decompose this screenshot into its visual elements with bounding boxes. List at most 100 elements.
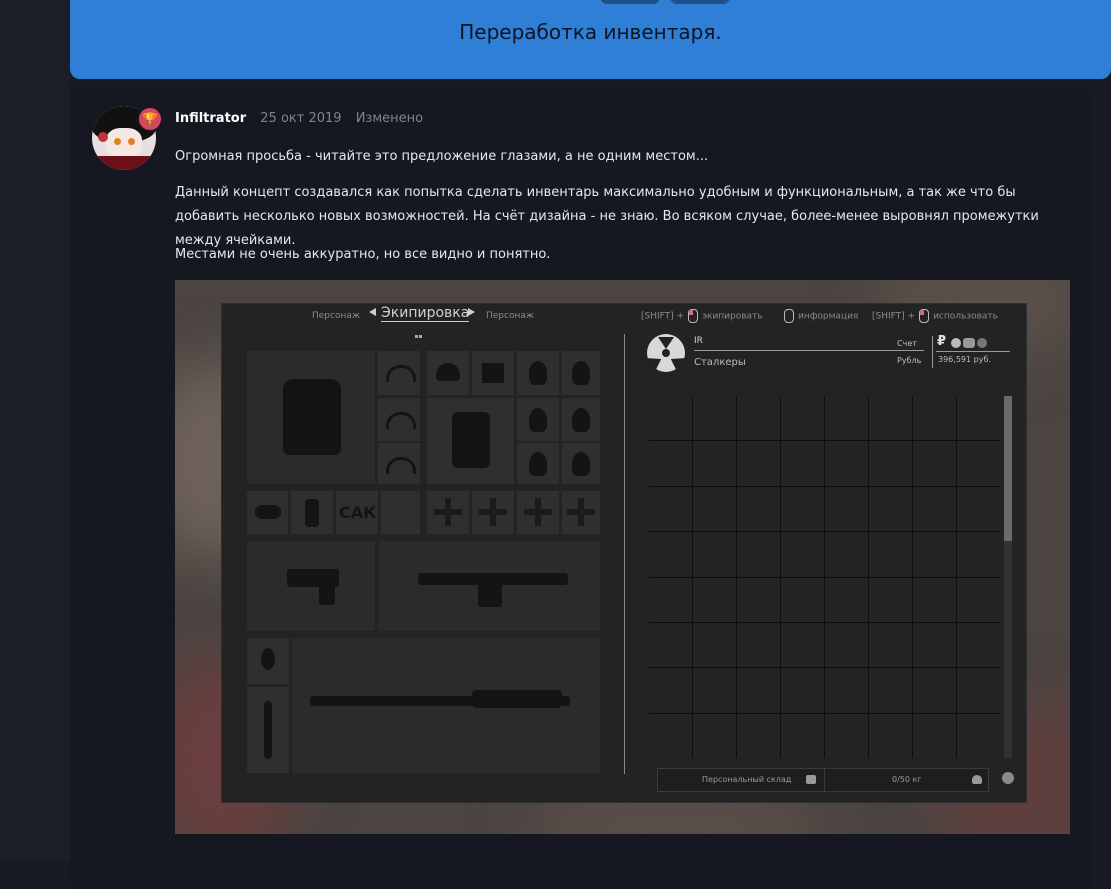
grid-cell[interactable]: [737, 622, 780, 668]
grid-cell[interactable]: [781, 577, 824, 622]
grid-cell[interactable]: [869, 713, 912, 758]
grid-cell[interactable]: [649, 713, 692, 758]
scrollbar-thumb[interactable]: [1004, 396, 1012, 541]
grid-cell[interactable]: [737, 486, 780, 532]
knife-slot[interactable]: [247, 687, 289, 773]
grid-cell[interactable]: [825, 668, 868, 713]
grid-cell[interactable]: [869, 622, 912, 668]
grid-cell[interactable]: [649, 622, 692, 668]
grid-cell[interactable]: [913, 486, 956, 532]
grid-cell[interactable]: [693, 396, 736, 441]
sak-slot[interactable]: САК: [336, 491, 378, 534]
grid-cell[interactable]: [649, 396, 692, 441]
empty-slot[interactable]: [381, 491, 420, 534]
grid-cell[interactable]: [913, 622, 956, 668]
arrow-left-icon[interactable]: [369, 308, 376, 316]
quick-slot[interactable]: [427, 491, 469, 534]
grid-cell[interactable]: [737, 668, 780, 713]
tab-next[interactable]: Персонаж: [486, 311, 534, 321]
grid-cell[interactable]: [869, 486, 912, 532]
grid-cell[interactable]: [825, 396, 868, 441]
grid-cell[interactable]: [781, 622, 824, 668]
grid-cell[interactable]: [913, 713, 956, 758]
flashlight-slot[interactable]: [291, 491, 333, 534]
grid-cell[interactable]: [913, 441, 956, 486]
quick-slot[interactable]: [472, 491, 514, 534]
inventory-screenshot[interactable]: Персонаж Экипировка Персонаж [SHIFT] + эк…: [175, 280, 1070, 834]
grid-cell[interactable]: [869, 441, 912, 486]
detector-slot[interactable]: [517, 443, 559, 484]
grid-cell[interactable]: [957, 622, 1000, 668]
grid-cell[interactable]: [869, 396, 912, 441]
grid-cell[interactable]: [825, 622, 868, 668]
grid-cell[interactable]: [649, 668, 692, 713]
grid-cell[interactable]: [737, 713, 780, 758]
author-link[interactable]: Infiltrator: [175, 111, 246, 126]
storage-label[interactable]: Персональный склад: [702, 775, 791, 784]
grid-cell[interactable]: [781, 532, 824, 577]
grid-cell[interactable]: [913, 668, 956, 713]
artifact-slot[interactable]: [378, 351, 420, 395]
grid-cell[interactable]: [957, 532, 1000, 577]
detector-slot[interactable]: [562, 351, 600, 395]
grid-cell[interactable]: [957, 577, 1000, 622]
pistol-slot[interactable]: [247, 541, 375, 631]
grid-scrollbar[interactable]: [1004, 396, 1012, 758]
grid-cell[interactable]: [693, 532, 736, 577]
artifact-slot[interactable]: [378, 443, 420, 484]
post-date[interactable]: 25 окт 2019: [260, 111, 341, 126]
detector-slot[interactable]: [562, 443, 600, 484]
detector-slot[interactable]: [562, 398, 600, 441]
tab-equipment[interactable]: Экипировка: [381, 305, 470, 322]
grid-cell[interactable]: [693, 486, 736, 532]
grid-cell[interactable]: [649, 441, 692, 486]
backpack-slot[interactable]: [427, 398, 514, 484]
grid-cell[interactable]: [869, 577, 912, 622]
grid-cell[interactable]: [825, 532, 868, 577]
binoculars-slot[interactable]: [247, 491, 288, 534]
grenade-slot[interactable]: [247, 638, 289, 684]
grid-cell[interactable]: [649, 486, 692, 532]
backpack-grid[interactable]: [649, 396, 1000, 758]
outfit-slot[interactable]: [472, 351, 514, 395]
quick-slot[interactable]: [562, 491, 600, 534]
grid-cell[interactable]: [781, 668, 824, 713]
grid-cell[interactable]: [781, 441, 824, 486]
grid-cell[interactable]: [825, 441, 868, 486]
grid-cell[interactable]: [825, 577, 868, 622]
quick-slot[interactable]: [517, 491, 559, 534]
grid-cell[interactable]: [737, 577, 780, 622]
grid-cell[interactable]: [869, 668, 912, 713]
grid-cell[interactable]: [913, 532, 956, 577]
grid-cell[interactable]: [913, 577, 956, 622]
grid-cell[interactable]: [957, 396, 1000, 441]
grid-cell[interactable]: [737, 441, 780, 486]
tab-prev[interactable]: Персонаж: [312, 311, 360, 321]
grid-cell[interactable]: [869, 532, 912, 577]
detector-slot[interactable]: [517, 398, 559, 441]
grid-cell[interactable]: [781, 486, 824, 532]
grid-cell[interactable]: [913, 396, 956, 441]
storage-icon[interactable]: [806, 775, 816, 784]
detector-slot[interactable]: [517, 351, 559, 395]
grid-cell[interactable]: [693, 713, 736, 758]
settings-icon[interactable]: [1002, 772, 1014, 784]
sniper-slot[interactable]: [292, 638, 600, 773]
grid-cell[interactable]: [737, 396, 780, 441]
grid-cell[interactable]: [957, 668, 1000, 713]
artifact-slot[interactable]: [378, 398, 420, 441]
grid-cell[interactable]: [693, 668, 736, 713]
grid-cell[interactable]: [825, 713, 868, 758]
grid-cell[interactable]: [781, 713, 824, 758]
grid-cell[interactable]: [649, 532, 692, 577]
grid-cell[interactable]: [957, 486, 1000, 532]
grid-cell[interactable]: [693, 577, 736, 622]
grid-cell[interactable]: [825, 486, 868, 532]
grid-cell[interactable]: [649, 577, 692, 622]
grid-cell[interactable]: [957, 441, 1000, 486]
grid-cell[interactable]: [957, 713, 1000, 758]
arrow-right-icon[interactable]: [468, 308, 475, 316]
grid-cell[interactable]: [737, 532, 780, 577]
helmet-slot[interactable]: [427, 351, 469, 395]
grid-cell[interactable]: [693, 441, 736, 486]
